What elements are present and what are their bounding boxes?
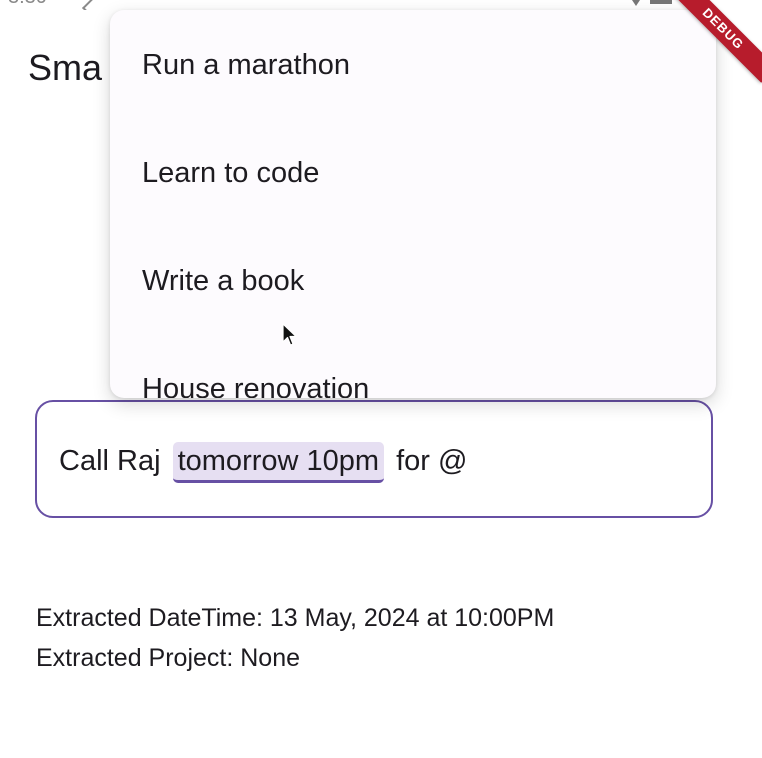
menu-item-house-renovation[interactable]: House renovation — [110, 334, 716, 398]
mouse-cursor-icon — [282, 323, 297, 346]
back-arrow-icon — [82, 0, 102, 10]
menu-item-run-a-marathon[interactable]: Run a marathon — [110, 10, 716, 118]
menu-item-label: Learn to code — [142, 157, 320, 189]
menu-item-write-a-book[interactable]: Write a book — [110, 226, 716, 334]
signal-icon — [628, 0, 644, 6]
menu-item-label: Run a marathon — [142, 49, 350, 81]
menu-item-label: Write a book — [142, 265, 305, 297]
status-time: 3:30 — [8, 0, 47, 9]
menu-item-learn-to-code[interactable]: Learn to code — [110, 118, 716, 226]
datetime-highlight-chip: tomorrow 10pm — [172, 442, 385, 483]
task-input[interactable]: Call Raj tomorrow 10pm for @ — [35, 400, 713, 518]
extracted-project-text: Extracted Project: None — [36, 644, 301, 672]
extracted-datetime-text: Extracted DateTime: 13 May, 2024 at 10:0… — [36, 604, 555, 632]
input-text-before: Call Raj — [59, 445, 161, 477]
status-bar: 3:30 — [0, 0, 762, 10]
battery-icon — [650, 0, 672, 4]
app-title: Sma — [28, 47, 103, 88]
menu-item-label: House renovation — [142, 373, 370, 398]
project-suggestion-menu: Run a marathon Learn to code Write a boo… — [110, 10, 716, 398]
input-text-after: for @ — [396, 445, 468, 477]
task-input-content[interactable]: Call Raj tomorrow 10pm for @ — [59, 442, 467, 483]
